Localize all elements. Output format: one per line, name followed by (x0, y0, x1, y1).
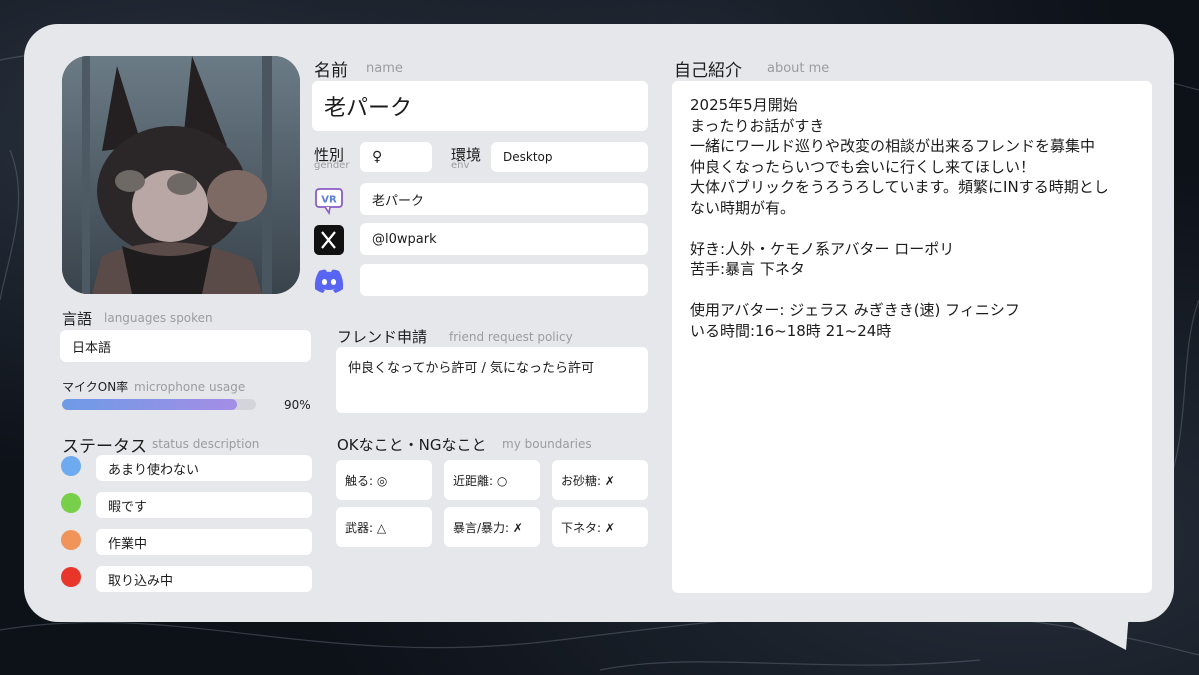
name-field[interactable]: 老パーク (312, 81, 648, 131)
mic-sub: microphone usage (134, 380, 246, 394)
discord-icon (312, 264, 346, 298)
env-field[interactable]: Desktop (491, 142, 648, 172)
mic-usage-fill (62, 399, 237, 410)
boundary-item[interactable]: 下ネタ: ✗ (552, 507, 648, 547)
about-line: いる時間:16~18時 21~24時 (690, 321, 892, 340)
about-line: 好き:人外・ケモノ系アバター ローポリ (690, 239, 955, 258)
boundary-item[interactable]: 触る: ◎ (336, 460, 432, 500)
boundaries-sub: my boundaries (502, 437, 592, 451)
friend-label: フレンド申請 (337, 328, 428, 346)
gender-field[interactable]: ♀ (360, 142, 432, 172)
env-sub: env (451, 160, 470, 171)
avatar (62, 56, 300, 294)
gender-sub: gender (314, 160, 350, 171)
svg-text:VR: VR (321, 195, 337, 206)
boundary-item[interactable]: 暴言/暴力: ✗ (444, 507, 540, 547)
status-dot-orange (61, 530, 81, 550)
status-sub: status description (152, 437, 260, 451)
status-item[interactable]: 作業中 (96, 529, 312, 555)
mic-label: マイクON率 (62, 380, 129, 394)
status-item[interactable]: 取り込み中 (96, 566, 312, 592)
x-logo-icon (312, 223, 346, 257)
about-line: 2025年5月開始 (690, 96, 798, 114)
status-item[interactable]: あまり使わない (96, 455, 312, 481)
mic-usage-bar (62, 399, 256, 410)
status-dot-blue (61, 456, 81, 476)
languages-label: 言語 (62, 310, 93, 328)
about-label: 自己紹介 (674, 61, 742, 81)
name-sub: name (366, 61, 403, 76)
friend-sub: friend request policy (449, 330, 573, 344)
boundary-item[interactable]: 近距離: ○ (444, 460, 540, 500)
status-label: ステータス (62, 437, 147, 457)
about-line: ない時期が有。 (690, 198, 796, 217)
about-line: 大体パブリックをうろうろしています。頻繁にINする時期とし (690, 178, 1109, 196)
x-handle-field[interactable]: @l0wpark (360, 223, 648, 255)
about-text[interactable]: 2025年5月開始 まったりお話がすき 一緒にワールド巡りや改変の相談が出来るフ… (672, 81, 1152, 593)
discord-field[interactable] (360, 264, 648, 296)
languages-field[interactable]: 日本語 (60, 330, 311, 362)
profile-card: 言語 languages spoken 日本語 マイクON率 microphon… (24, 24, 1174, 622)
name-label: 名前 (314, 61, 348, 81)
about-line: 使用アバター: ジェラス みぎきき(速) フィニシフ (690, 301, 1020, 319)
about-line: 苦手:暴言 下ネタ (690, 260, 805, 278)
status-dot-green (61, 493, 81, 513)
boundary-item[interactable]: お砂糖: ✗ (552, 460, 648, 500)
about-line: 仲良くなったらいつでも会いに行くし来てほしい！ (690, 157, 1036, 176)
friend-policy-field[interactable]: 仲良くなってから許可 / 気になったら許可 (336, 347, 648, 413)
about-line (690, 280, 1134, 301)
boundaries-label: OKなこと・NGなこと (337, 436, 487, 454)
about-line: まったりお話がすき (690, 116, 825, 135)
about-line: 一緒にワールド巡りや改変の相談が出来るフレンドを募集中 (690, 137, 1096, 155)
status-item[interactable]: 暇です (96, 492, 312, 518)
about-line (690, 218, 1134, 239)
status-dot-red (61, 567, 81, 587)
mic-percent: 90% (284, 398, 311, 412)
vrchat-field[interactable]: 老パーク (360, 183, 648, 215)
speech-bubble-tail (1030, 600, 1130, 650)
boundary-item[interactable]: 武器: △ (336, 507, 432, 547)
languages-sub: languages spoken (104, 311, 213, 325)
about-sub: about me (767, 61, 830, 76)
vrchat-icon: VR (312, 183, 346, 217)
